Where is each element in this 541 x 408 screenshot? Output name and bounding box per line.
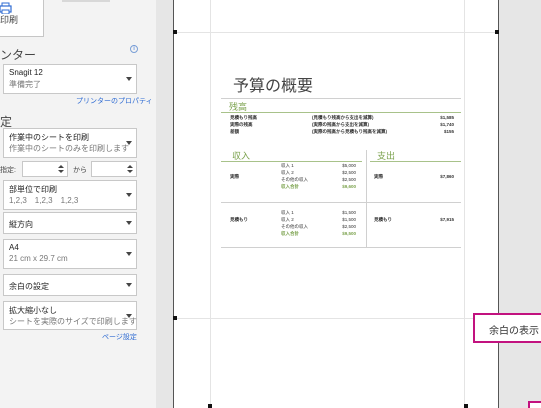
show-margins-label: 余白の表示: [489, 326, 539, 337]
print-what-main: 作業中のシートを印刷: [9, 133, 89, 142]
info-icon[interactable]: i: [130, 45, 138, 53]
scaling-select[interactable]: 拡大縮小なし シートを実際のサイズで印刷します: [3, 301, 137, 330]
income-item-name: 収入 2: [281, 170, 294, 175]
expense-rule: [370, 161, 461, 162]
balance-row-label: 差額: [230, 129, 239, 134]
income-item-value: $1,500: [342, 210, 356, 215]
margin-guide-top: [174, 32, 498, 33]
income-total-value: $9,600: [342, 184, 356, 189]
chevron-down-icon: [126, 141, 132, 145]
margin-handle[interactable]: [173, 30, 177, 34]
pages-from-stepper[interactable]: [22, 161, 68, 177]
collate-sub: 1,2,3 1,2,3 1,2,3: [9, 196, 79, 205]
paper-size-select[interactable]: A4 21 cm x 29.7 cm: [3, 239, 137, 269]
page-setup-link[interactable]: ページ設定: [102, 332, 137, 342]
row-divider: [221, 202, 461, 203]
income-item-value: $2,500: [342, 224, 356, 229]
balance-row-label: 見積もり残高: [230, 115, 257, 120]
pages-range: 指定: から: [0, 161, 140, 177]
row-divider: [221, 247, 461, 248]
chevron-down-icon: [126, 283, 132, 287]
margin-guide-left: [210, 0, 211, 408]
pages-label: 指定:: [0, 167, 16, 174]
print-what-select[interactable]: 作業中のシートを印刷 作業中のシートのみを印刷します: [3, 128, 137, 158]
show-margins-callout[interactable]: 余白の表示: [473, 313, 541, 343]
income-item-name: 収入 1: [281, 163, 294, 168]
stepper-down-icon[interactable]: [127, 170, 133, 173]
margin-handle[interactable]: [464, 404, 468, 408]
preview-page: 予算の概要 残高 見積もり残高 (見積もり残高から支出を減算) $1,585 実…: [173, 0, 499, 408]
chevron-down-icon: [126, 313, 132, 318]
balance-row-value: $1,585: [440, 115, 454, 120]
balance-row-desc: (実際の残高から見積もり残高を減算): [312, 129, 387, 134]
chevron-down-icon: [126, 193, 132, 197]
copies-box-edge: [62, 0, 110, 2]
balance-row-desc: (見積もり残高から支出を減算): [312, 115, 374, 120]
print-what-sub: 作業中のシートのみを印刷します: [9, 144, 129, 153]
margin-guide-right: [464, 0, 465, 408]
paper-size-sub: 21 cm x 29.7 cm: [9, 254, 68, 263]
margins-value: 余白の設定: [9, 282, 49, 291]
income-total-name: 収入合計: [281, 231, 299, 236]
income-item-value: $2,500: [342, 177, 356, 182]
collate-main: 部単位で印刷: [9, 185, 57, 194]
income-actual-label: 実際: [230, 174, 239, 179]
balance-row-desc: (実際の残高から支出を減算): [312, 122, 369, 127]
expense-actual-label: 実際: [374, 174, 383, 179]
income-item-value: $5,000: [342, 163, 356, 168]
printer-select[interactable]: Snagit 12 準備完了: [3, 64, 137, 94]
margin-handle[interactable]: [495, 30, 499, 34]
print-button[interactable]: 印刷: [0, 0, 44, 37]
printer-name: Snagit 12: [9, 68, 43, 77]
expense-estimate-label: 見積もり: [374, 217, 392, 222]
printer-section-title: ンター: [0, 48, 37, 62]
margin-guide-bottom: [174, 318, 498, 319]
expense-estimate-value: $7,915: [440, 217, 454, 222]
paper-size-main: A4: [9, 243, 19, 252]
column-divider: [366, 150, 367, 248]
income-item-value: $1,500: [342, 217, 356, 222]
stepper-down-icon[interactable]: [58, 170, 64, 173]
chevron-down-icon: [126, 77, 132, 81]
income-item-value: $2,500: [342, 170, 356, 175]
printer-properties-link[interactable]: プリンターのプロパティ: [76, 96, 153, 106]
income-estimate-label: 見積もり: [230, 217, 248, 222]
balance-row-value: $155: [443, 129, 454, 134]
income-item-name: その他の収入: [281, 224, 308, 229]
margins-select[interactable]: 余白の設定: [3, 274, 137, 296]
collate-select[interactable]: 部単位で印刷 1,2,3 1,2,3 1,2,3: [3, 180, 137, 210]
print-button-label: 印刷: [0, 15, 19, 25]
doc-title: 予算の概要: [233, 78, 314, 95]
orientation-select[interactable]: 縦方向: [3, 212, 137, 234]
income-total-name: 収入合計: [281, 184, 299, 189]
income-item-name: 収入 2: [281, 217, 294, 222]
income-rule: [221, 161, 362, 162]
stepper-up-icon[interactable]: [58, 165, 64, 168]
print-backstage: 印刷 ンター i Snagit 12 準備完了 プリンターのプロパティ 定 作業…: [0, 0, 541, 408]
scaling-main: 拡大縮小なし: [9, 306, 57, 315]
print-settings-pane: 印刷 ンター i Snagit 12 準備完了 プリンターのプロパティ 定 作業…: [0, 0, 156, 408]
orientation-value: 縦方向: [9, 220, 33, 229]
title-rule: [221, 98, 461, 99]
printer-status: 準備完了: [9, 80, 41, 89]
pages-to-label: から: [73, 167, 87, 174]
print-preview-pane: 予算の概要 残高 見積もり残高 (見積もり残高から支出を減算) $1,585 実…: [156, 0, 541, 408]
margin-handle[interactable]: [208, 404, 212, 408]
income-item-name: その他の収入: [281, 177, 308, 182]
expense-actual-value: $7,860: [440, 174, 454, 179]
scaling-sub: シートを実際のサイズで印刷します: [9, 317, 137, 326]
stepper-up-icon[interactable]: [127, 165, 133, 168]
pages-to-stepper[interactable]: [91, 161, 137, 177]
income-total-value: $9,500: [342, 231, 356, 236]
chevron-down-icon: [126, 221, 132, 225]
margin-handle[interactable]: [173, 316, 177, 320]
balance-rule: [221, 112, 461, 113]
balance-row-value: $1,740: [440, 122, 454, 127]
chevron-down-icon: [126, 252, 132, 256]
balance-row-label: 実際の残高: [230, 122, 253, 127]
zoom-to-page-callout[interactable]: [528, 401, 541, 408]
income-item-name: 収入 1: [281, 210, 294, 215]
